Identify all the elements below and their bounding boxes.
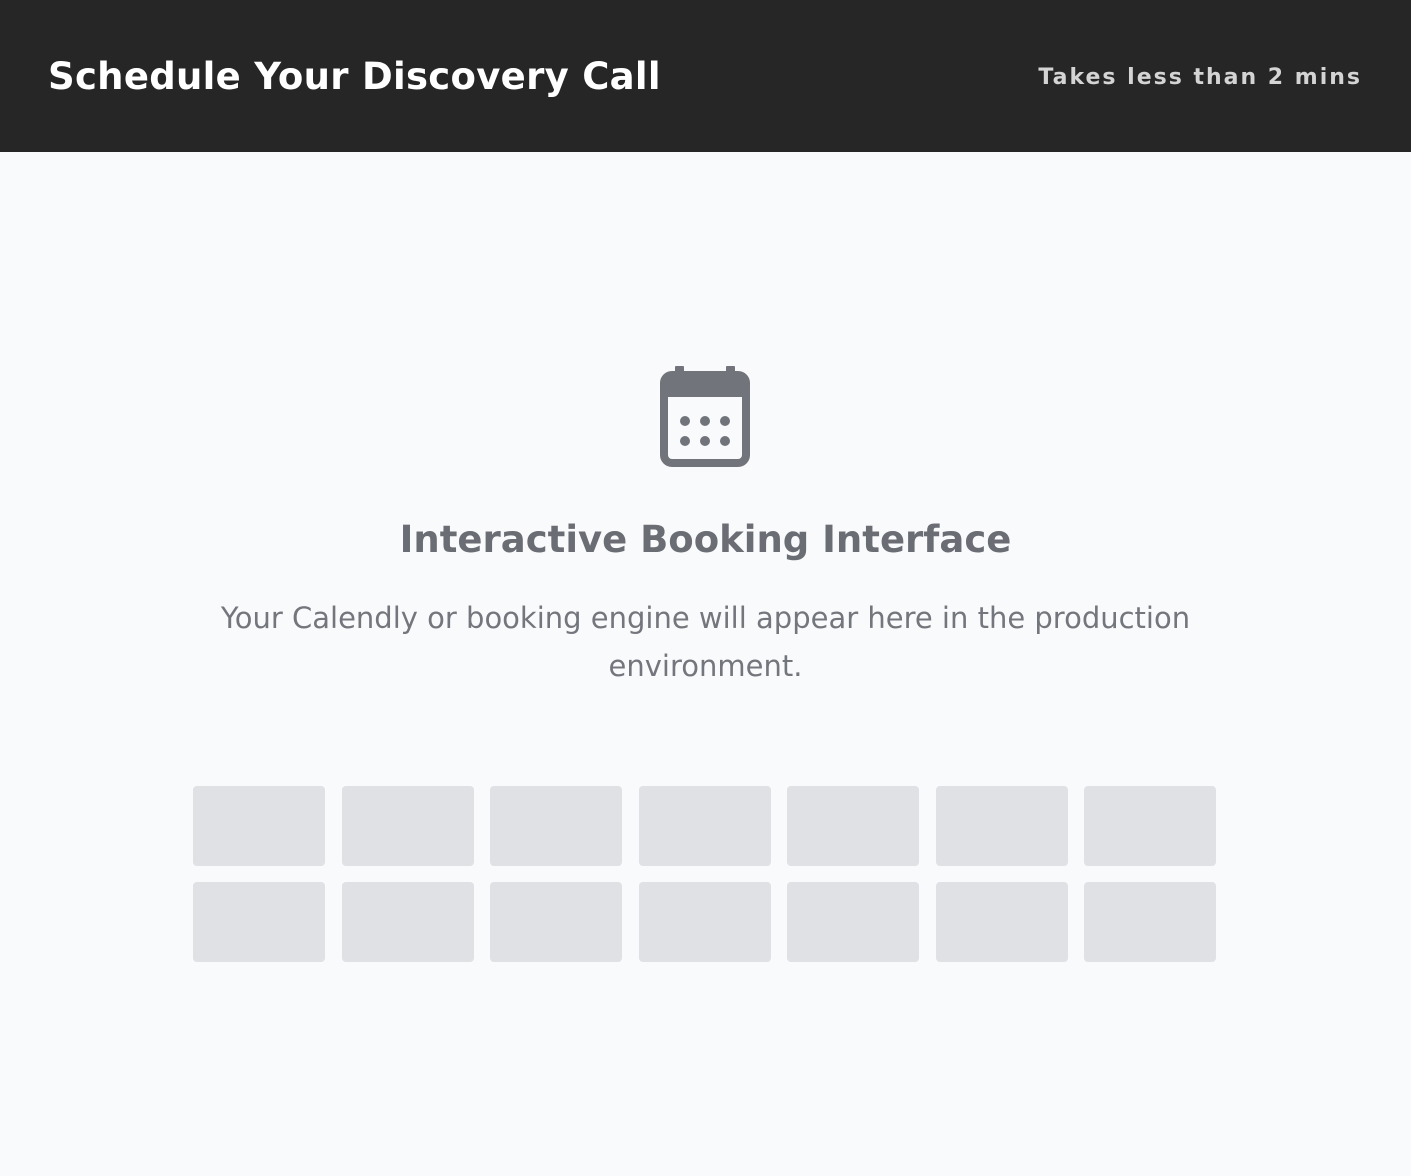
calendar-icon: [657, 364, 753, 468]
time-slot-placeholder: [490, 786, 622, 866]
time-slot-grid: [193, 786, 1218, 962]
time-slot-placeholder: [1084, 786, 1216, 866]
page-title: Schedule Your Discovery Call: [48, 54, 661, 98]
time-slot-placeholder: [341, 786, 474, 866]
time-slot-placeholder: [638, 786, 771, 866]
booking-placeholder: Interactive Booking Interface Your Calen…: [0, 152, 1411, 1176]
time-slot-placeholder: [935, 882, 1068, 962]
booking-heading: Interactive Booking Interface: [399, 518, 1012, 561]
time-slot-placeholder: [638, 882, 771, 962]
booking-description: Your Calendly or booking engine will app…: [220, 601, 1191, 683]
duration-note: Takes less than 2 mins: [1038, 64, 1362, 90]
time-slot-placeholder: [193, 882, 325, 962]
time-slot-placeholder: [787, 786, 919, 866]
time-slot-placeholder: [193, 786, 325, 866]
time-slot-placeholder: [1084, 882, 1216, 962]
time-slot-placeholder: [341, 882, 474, 962]
time-slot-placeholder: [787, 882, 919, 962]
time-slot-placeholder: [935, 786, 1068, 866]
page-header: Schedule Your Discovery Call Takes less …: [0, 0, 1411, 152]
time-slot-placeholder: [490, 882, 622, 962]
